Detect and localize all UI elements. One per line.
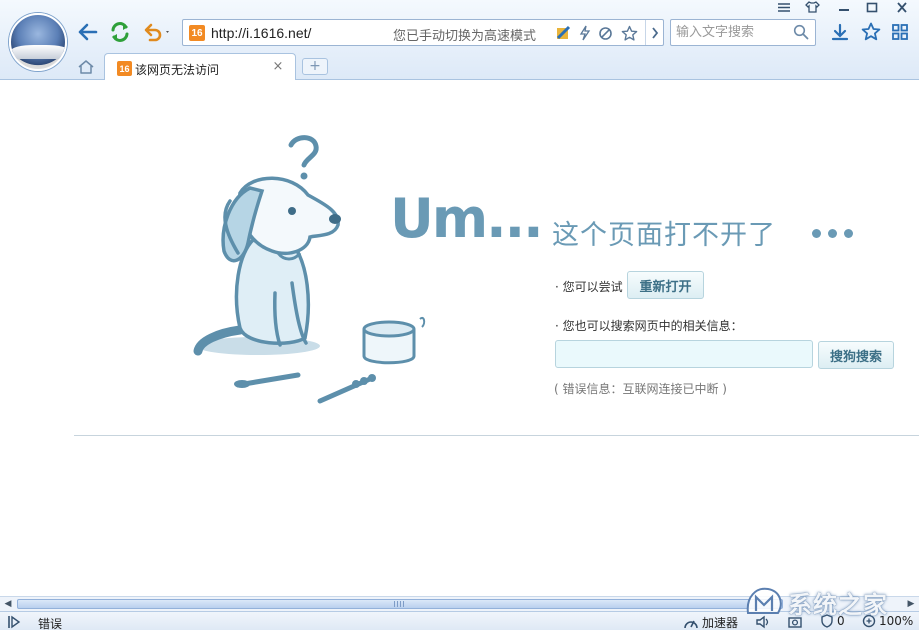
search-related-label: · 您也可以搜索网页中的相关信息： [555,319,743,333]
refresh-button[interactable] [108,20,132,44]
hamburger-icon [778,2,790,12]
scroll-thumb[interactable] [17,599,783,609]
tab-title: 该网页无法访问 [135,63,220,77]
search-icon[interactable] [793,24,809,40]
watermark-logo-icon [746,587,782,614]
refresh-icon [111,22,129,42]
speedometer-icon [684,620,698,628]
error-info: ( 错误信息：互联网连接已中断 ) [554,382,727,396]
download-button[interactable] [829,21,851,43]
bookmarks-button[interactable] [860,21,882,43]
apps-button[interactable] [889,21,911,43]
scroll-left-icon[interactable]: ◀ [1,598,15,610]
watermark: 系统之家 [742,577,912,627]
arrow-left-icon [78,23,98,41]
chevron-right-icon [651,26,658,39]
minimize-icon [839,9,849,11]
undo-close-tab-button[interactable] [140,20,174,44]
status-text: 错误 [38,617,63,630]
shirt-icon [804,1,820,13]
error-page: Um... 这个页面打不开了 · 您可以尝试 重新打开 · 您也可以搜索网页中的… [0,81,919,595]
skin-button[interactable] [801,0,823,14]
back-button[interactable] [76,20,100,44]
sogou-search-button[interactable]: 搜狗搜索 [818,341,894,369]
minimize-button[interactable] [833,0,855,14]
content-divider [74,435,919,436]
url-text[interactable]: http://i.1616.net/ [211,25,311,41]
home-button[interactable] [76,58,96,76]
close-icon [897,1,907,13]
star-icon [861,22,881,41]
new-tab-button[interactable]: + [302,58,328,75]
block-icon[interactable] [596,24,614,42]
tab-active[interactable]: 16 该网页无法访问 × [104,53,296,80]
close-button[interactable] [891,0,913,14]
lightning-icon[interactable] [576,24,594,42]
site-favicon: 16 [189,25,205,41]
search-box [670,19,816,46]
mode-hint: 您已手动切换为高速模式 [393,29,537,44]
search-input[interactable] [671,20,791,45]
address-bar[interactable]: 16 http://i.1616.net/ 您已手动切换为高速模式 [182,19,664,46]
sidebar-toggle-icon[interactable] [7,615,21,629]
speed-mode-icon[interactable] [554,24,572,42]
chevron-down-icon [166,31,169,33]
maximize-icon [866,2,878,12]
user-avatar[interactable] [9,13,67,71]
ellipsis-dots [812,227,860,241]
tab-favicon: 16 [117,61,132,76]
confused-dog-illustration [193,135,426,404]
home-icon [78,60,94,74]
browser-window: 16 http://i.1616.net/ 您已手动切换为高速模式 输入文字搜索… [0,0,919,630]
error-heading: Um... [390,187,544,250]
reload-button[interactable]: 重新打开 [627,271,704,299]
tab-close-button[interactable]: × [271,60,285,74]
apps-grid-icon [892,24,908,40]
menu-button[interactable] [773,0,795,14]
accelerator-label: 加速器 [702,616,739,630]
download-icon [831,23,849,41]
watermark-text: 系统之家 [788,591,888,619]
browser-toolbar: 16 http://i.1616.net/ 您已手动切换为高速模式 输入文字搜索… [0,0,919,80]
address-dropdown-button[interactable] [645,20,663,45]
try-label: · 您可以尝试 [555,280,623,294]
maximize-button[interactable] [861,0,883,14]
accelerator-button[interactable]: 加速器 [683,614,738,630]
related-search-input[interactable] [555,340,813,368]
error-subheading: 这个页面打不开了 [552,220,776,251]
star-icon[interactable] [620,24,638,42]
undo-icon [144,23,169,42]
